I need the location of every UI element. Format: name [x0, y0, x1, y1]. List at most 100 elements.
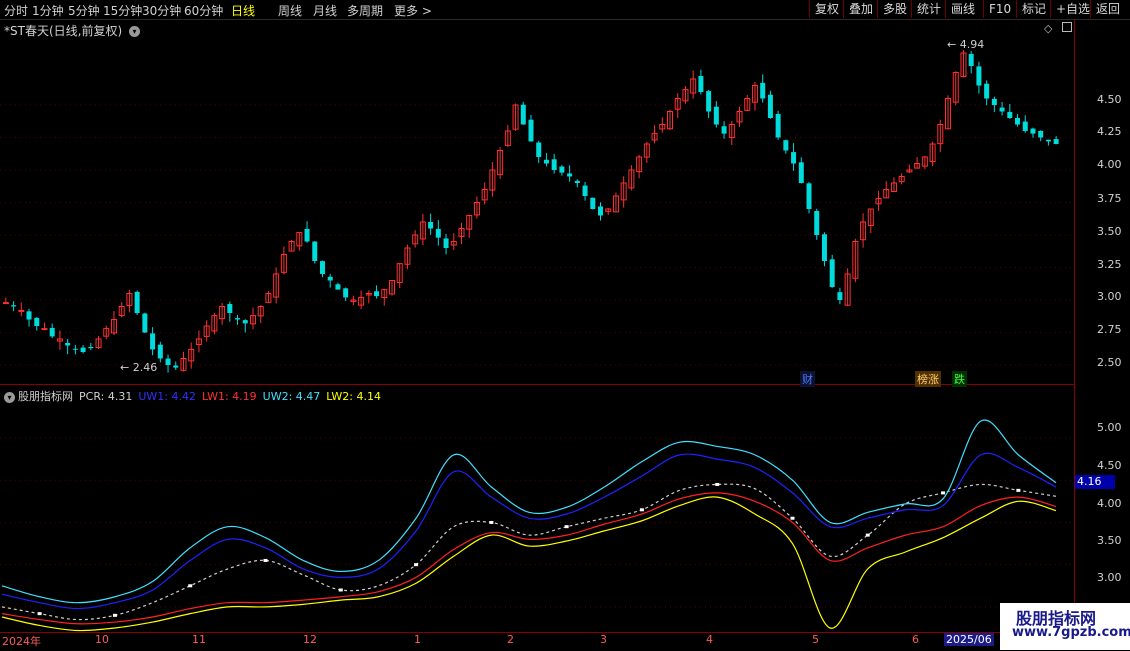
- candle-body: [559, 166, 565, 173]
- pcr-marker: [1016, 488, 1021, 492]
- candle-body: [65, 342, 71, 346]
- event-tag-finance[interactable]: 财: [800, 371, 815, 387]
- candle-body: [41, 328, 48, 331]
- candle-body: [543, 159, 549, 164]
- high-price-value: 4.94: [959, 38, 985, 51]
- candle-body: [1022, 121, 1028, 131]
- candle-body: [814, 210, 820, 235]
- series-line-pcr: [1, 483, 1057, 621]
- pcr-marker: [414, 563, 419, 567]
- candle-body: [984, 83, 990, 99]
- candle-body: [312, 241, 318, 261]
- candle-body: [968, 53, 974, 66]
- price-tick-label: 3.75: [1097, 192, 1122, 205]
- price-tick-label: 4.50: [1097, 93, 1122, 106]
- candle-body: [590, 197, 596, 209]
- candle-body: [142, 313, 148, 333]
- lw1-value: LW1: 4.19: [201, 390, 257, 403]
- candle-body: [11, 305, 17, 307]
- candle-body: [574, 180, 580, 183]
- pcr-marker: [489, 520, 494, 524]
- candle-body: [443, 238, 449, 248]
- panel-separator[interactable]: [0, 384, 1074, 385]
- candle-body: [528, 119, 534, 142]
- candle-body: [721, 126, 727, 134]
- candle-body: [791, 152, 797, 164]
- date-label: 11: [192, 633, 206, 646]
- candle-body: [18, 309, 25, 312]
- indicator-tick-label: 3.00: [1097, 571, 1122, 584]
- candle-body: [976, 66, 982, 86]
- candle-body: [567, 173, 573, 177]
- low-price-value: 2.46: [132, 361, 158, 374]
- candle-body: [335, 284, 341, 290]
- candle-body: [150, 333, 156, 350]
- date-axis: 2024年 10 11 12 1 2 3 4 5 6 2025/06: [0, 632, 1130, 651]
- date-label: 3: [600, 633, 607, 646]
- candle-body: [165, 358, 171, 365]
- watermark: 股朋指标网 www.7gpzb.com: [1000, 603, 1130, 650]
- pcr-marker: [188, 584, 193, 588]
- candle-body: [798, 162, 804, 183]
- date-label: 5: [812, 633, 819, 646]
- date-label: 4: [706, 633, 713, 646]
- pcr-marker: [941, 491, 946, 495]
- indicator-tick-label: 3.50: [1097, 534, 1122, 547]
- indicator-tick-label: 4.50: [1097, 459, 1122, 472]
- high-price-marker: ← 4.94: [947, 38, 985, 51]
- pcr-marker: [790, 516, 795, 520]
- price-tick-label: 3.25: [1097, 258, 1122, 271]
- chevron-down-icon[interactable]: ▾: [4, 391, 15, 403]
- candle-body: [49, 327, 55, 337]
- price-tick-label: 3.00: [1097, 290, 1122, 303]
- date-label: 12: [303, 633, 317, 646]
- candle-body: [1038, 130, 1044, 138]
- candle-body: [1045, 139, 1051, 142]
- date-label: 2025/06: [944, 633, 994, 646]
- candle-body: [173, 365, 179, 368]
- candle-body: [374, 291, 380, 297]
- candle-body: [536, 142, 542, 157]
- price-tick-label: 3.50: [1097, 225, 1122, 238]
- pcr-marker: [564, 525, 569, 529]
- indicator-name: 股朋指标网: [18, 390, 73, 403]
- event-tag-down[interactable]: 跌: [952, 371, 967, 387]
- candle-body: [235, 318, 241, 320]
- indicator-tick-label: 5.00: [1097, 421, 1122, 434]
- date-label: 6: [912, 633, 919, 646]
- date-label: 2: [507, 633, 514, 646]
- uw2-value: UW2: 4.47: [262, 390, 321, 403]
- chart-canvas[interactable]: [0, 0, 1130, 650]
- candle-body: [26, 311, 32, 320]
- candle-body: [598, 206, 604, 216]
- price-tick-label: 2.75: [1097, 323, 1122, 336]
- candle-body: [698, 75, 704, 92]
- pcr-marker: [263, 558, 268, 562]
- date-label: 1: [414, 633, 421, 646]
- candle-body: [1030, 128, 1036, 134]
- low-price-marker: ← 2.46: [120, 361, 158, 374]
- candle-body: [713, 106, 719, 125]
- candle-body: [837, 292, 843, 300]
- candle-body: [227, 304, 233, 313]
- candle-body: [34, 317, 40, 326]
- candle-body: [760, 82, 766, 99]
- lw2-value: LW2: 4.14: [326, 390, 381, 403]
- candle-body: [806, 183, 812, 209]
- pcr-marker: [865, 533, 870, 537]
- candle-body: [582, 185, 588, 196]
- candle-body: [1007, 111, 1013, 118]
- candle-body: [829, 259, 835, 287]
- candle-body: [327, 276, 333, 281]
- candle-body: [783, 140, 789, 151]
- pcr-marker: [715, 482, 720, 486]
- event-tag-rank-up[interactable]: 榜涨: [915, 371, 941, 387]
- indicator-title: ▾ 股朋指标网 PCR: 4.31 UW1: 4.42 LW1: 4.19 UW2: 4.…: [4, 388, 387, 404]
- candle-body: [1053, 139, 1059, 144]
- candle-body: [999, 107, 1005, 112]
- candle-body: [72, 348, 78, 350]
- candle-body: [157, 344, 163, 359]
- candle-body: [428, 222, 434, 229]
- candle-body: [343, 288, 349, 298]
- candle-body: [319, 261, 325, 274]
